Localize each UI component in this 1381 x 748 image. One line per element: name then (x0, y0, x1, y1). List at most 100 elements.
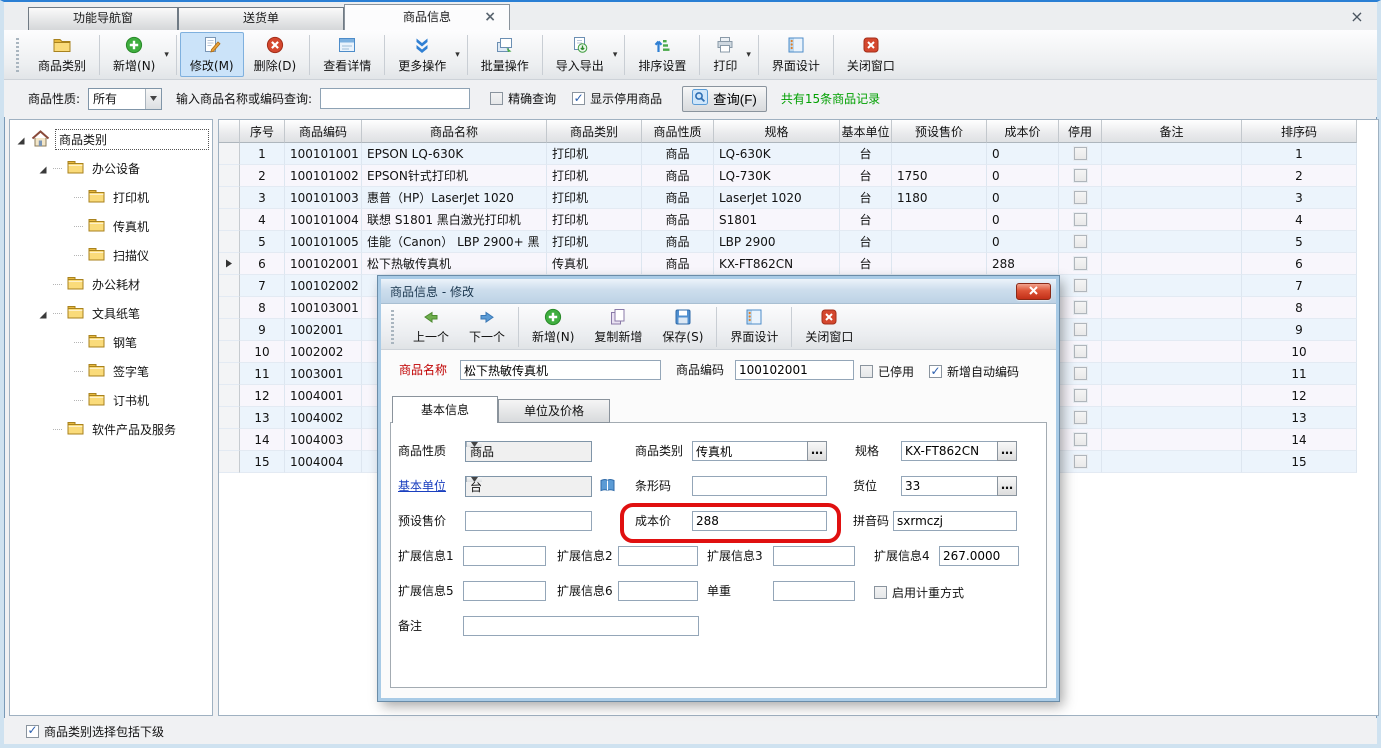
tab-unit-price[interactable]: 单位及价格 (498, 399, 610, 423)
tree-item-签字笔[interactable]: 签字笔 (10, 357, 212, 386)
row-indicator-header[interactable] (219, 120, 240, 143)
toolbar-button-category[interactable]: 商品类别 (28, 32, 96, 77)
toolbar-button-import-export[interactable]: 导入导出 (546, 32, 614, 77)
tree-item-办公耗材[interactable]: 办公耗材 (10, 270, 212, 299)
dialog-close-button[interactable] (1016, 283, 1051, 300)
disabled-checkbox[interactable] (1074, 191, 1087, 204)
dropdown-arrow-icon[interactable]: ▾ (613, 50, 618, 60)
dialog-button-next[interactable]: 下一个 (459, 306, 515, 348)
tab-close-icon[interactable]: × (484, 5, 496, 29)
dialog-button-previous[interactable]: 上一个 (403, 306, 459, 348)
unit-field-label[interactable]: 基本单位 (398, 476, 446, 497)
cost-input[interactable] (692, 511, 827, 531)
toolbar-button-add[interactable]: 新增(N) (103, 32, 165, 77)
disabled-checkbox[interactable] (1074, 323, 1087, 336)
window-close-icon[interactable]: × (1347, 7, 1367, 26)
toolbar-button-close-window[interactable]: 关闭窗口 (837, 32, 905, 77)
location-input[interactable] (901, 476, 998, 496)
column-header-nature[interactable]: 商品性质 (642, 120, 714, 143)
dialog-button-add[interactable]: 新增(N) (522, 306, 584, 348)
tree-item-软件产品及服务[interactable]: 软件产品及服务 (10, 415, 212, 444)
tree-item-办公设备[interactable]: 办公设备 (10, 154, 212, 183)
nature-select[interactable]: 商品 (465, 441, 592, 462)
column-header-sort[interactable]: 排序码 (1242, 120, 1357, 143)
disabled-checkbox[interactable] (1074, 235, 1087, 248)
chevron-down-icon[interactable] (466, 442, 482, 447)
table-row[interactable]: 1100101001EPSON LQ-630K打印机商品LQ-630K台01 (219, 143, 1378, 165)
tab-basic-info[interactable]: 基本信息 (392, 396, 498, 423)
dialog-button-copy-add[interactable]: 复制新增 (584, 306, 652, 348)
disabled-checkbox[interactable] (1074, 455, 1087, 468)
column-header-unit[interactable]: 基本单位 (840, 120, 892, 143)
ext6-input[interactable] (618, 581, 698, 601)
table-row[interactable]: 2100101002EPSON针式打印机打印机商品LQ-730K台175002 (219, 165, 1378, 187)
include-subcategory-checkbox[interactable]: 商品类别选择包括下级 (26, 723, 164, 740)
toolbar-button-edit[interactable]: 修改(M) (180, 32, 244, 77)
toolbar-button-batch-actions[interactable]: 批量操作 (471, 32, 539, 77)
disabled-checkbox[interactable] (1074, 257, 1087, 270)
column-header-category[interactable]: 商品类别 (547, 120, 642, 143)
barcode-input[interactable] (692, 476, 827, 496)
tree-item-订书机[interactable]: 订书机 (10, 386, 212, 415)
spec-browse-button[interactable]: … (997, 441, 1017, 461)
pinyin-input[interactable] (893, 511, 1017, 531)
tree-item-打印机[interactable]: 打印机 (10, 183, 212, 212)
tree-root-item[interactable]: 商品类别 (10, 125, 212, 154)
disabled-checkbox[interactable] (1074, 279, 1087, 292)
disabled-checkbox[interactable] (1074, 213, 1087, 226)
toolbar-grip-handle[interactable] (16, 38, 19, 72)
disabled-checkbox[interactable] (1074, 367, 1087, 380)
unit-book-icon[interactable] (599, 478, 616, 496)
spec-input[interactable] (901, 441, 998, 461)
location-browse-button[interactable]: … (997, 476, 1017, 496)
toolbar-button-print[interactable]: 打印 (703, 32, 747, 77)
dropdown-arrow-icon[interactable]: ▾ (455, 50, 460, 60)
nature-filter-select[interactable]: 所有 (88, 88, 162, 110)
ext3-input[interactable] (773, 546, 855, 566)
dialog-button-ui-design[interactable]: 界面设计 (720, 306, 788, 348)
dialog-button-close-window[interactable]: 关闭窗口 (795, 306, 863, 348)
column-header-note[interactable]: 备注 (1102, 120, 1242, 143)
chevron-down-icon[interactable] (466, 477, 482, 482)
ext5-input[interactable] (463, 581, 546, 601)
table-row[interactable]: 5100101005佳能（Canon） LBP 2900+ 黑打印机商品LBP … (219, 231, 1378, 253)
toolbar-button-more-actions[interactable]: 更多操作 (388, 32, 456, 77)
column-header-cost[interactable]: 成本价 (987, 120, 1059, 143)
ext4-input[interactable] (939, 546, 1019, 566)
table-row[interactable]: 6100102001松下热敏传真机传真机商品KX-FT862CN台2886 (219, 253, 1378, 275)
autocode-checkbox[interactable]: 新增自动编码 (929, 363, 1019, 380)
column-header-disabled[interactable]: 停用 (1059, 120, 1102, 143)
toolbar-button-delete[interactable]: 删除(D) (244, 32, 307, 77)
search-input[interactable] (320, 88, 470, 109)
disabled-checkbox[interactable] (1074, 147, 1087, 160)
tree-item-钢笔[interactable]: 钢笔 (10, 328, 212, 357)
table-row[interactable]: 3100101003惠普（HP）LaserJet 1020打印机商品LaserJ… (219, 187, 1378, 209)
query-button[interactable]: 查询(F) (682, 86, 767, 112)
toolbar-grip-handle[interactable] (391, 310, 394, 344)
unit-select[interactable]: 台 (465, 476, 592, 497)
disabled-checkbox[interactable]: 已停用 (860, 363, 914, 380)
exact-search-checkbox[interactable]: 精确查询 (490, 90, 556, 107)
chevron-down-icon[interactable] (145, 89, 161, 109)
show-disabled-checkbox[interactable]: 显示停用商品 (572, 90, 662, 107)
disabled-checkbox[interactable] (1074, 169, 1087, 182)
category-browse-button[interactable]: … (807, 441, 827, 461)
toolbar-button-sort-settings[interactable]: 排序设置 (628, 32, 696, 77)
column-header-price[interactable]: 预设售价 (892, 120, 987, 143)
ext1-input[interactable] (463, 546, 546, 566)
disabled-checkbox[interactable] (1074, 433, 1087, 446)
table-row[interactable]: 4100101004联想 S1801 黑白激光打印机打印机商品S1801台04 (219, 209, 1378, 231)
disabled-checkbox[interactable] (1074, 345, 1087, 358)
product-code-input[interactable] (735, 360, 854, 380)
toolbar-button-view-details[interactable]: 查看详情 (313, 32, 381, 77)
column-header-no[interactable]: 序号 (240, 120, 285, 143)
tree-item-文具纸笔[interactable]: 文具纸笔 (10, 299, 212, 328)
weight-input[interactable] (773, 581, 855, 601)
toolbar-button-ui-design[interactable]: 界面设计 (762, 32, 830, 77)
tab-功能导航窗[interactable]: 功能导航窗 (28, 7, 178, 30)
column-header-code[interactable]: 商品编码 (285, 120, 362, 143)
tab-送货单[interactable]: 送货单 (178, 7, 344, 30)
note-input[interactable] (463, 616, 699, 636)
column-header-spec[interactable]: 规格 (714, 120, 840, 143)
disabled-checkbox[interactable] (1074, 389, 1087, 402)
